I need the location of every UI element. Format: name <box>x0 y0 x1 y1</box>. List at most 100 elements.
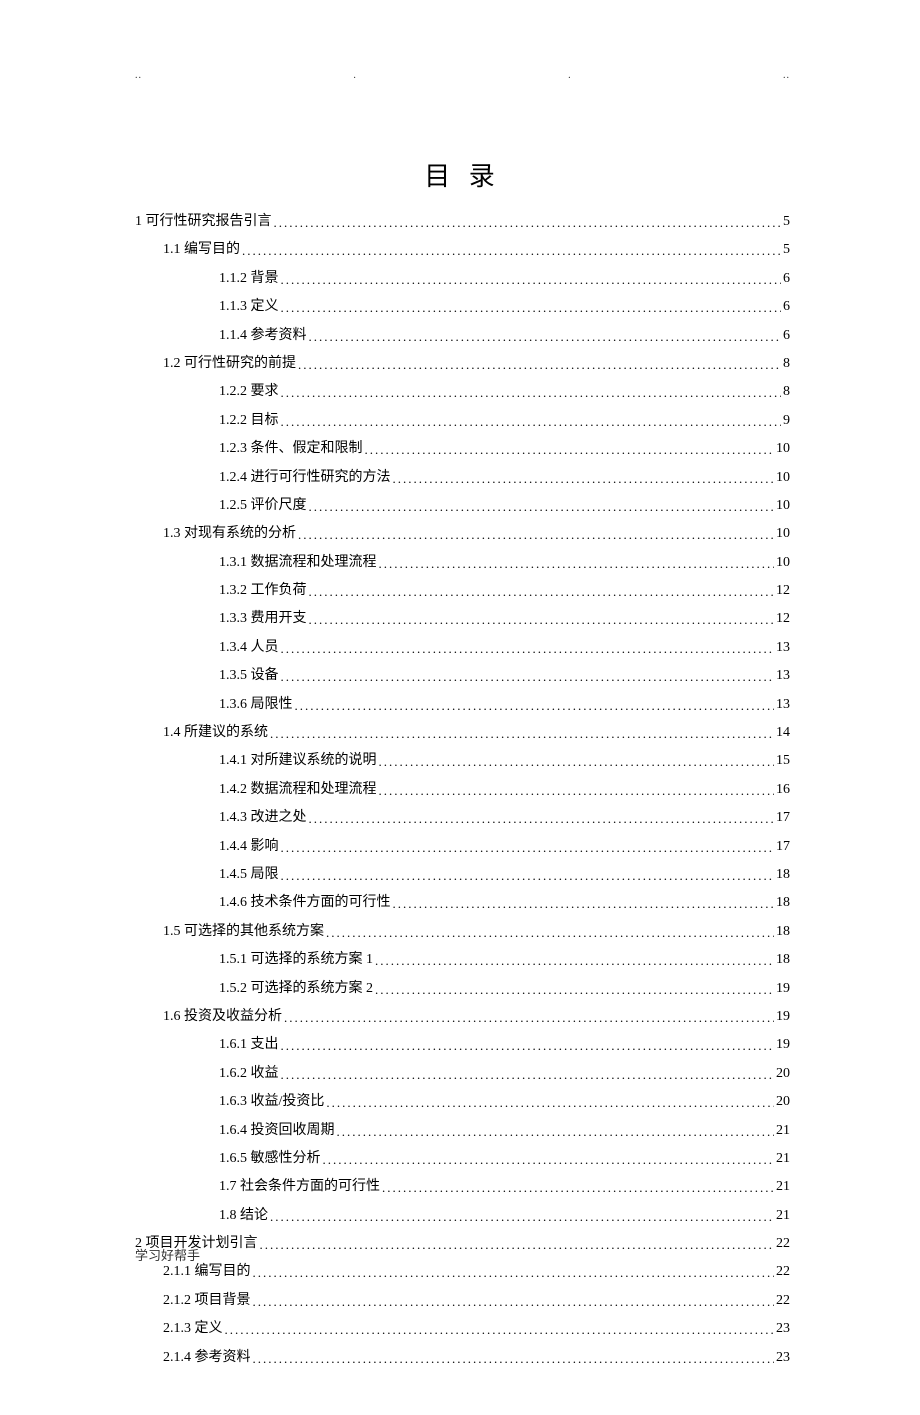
toc-entry-text: 1.3 对现有系统的分析 <box>163 523 296 545</box>
toc-entry-page: 10 <box>776 523 790 545</box>
toc-entry: 1.6.4 投资回收周期21 <box>135 1120 790 1142</box>
toc-leader-dots <box>281 1065 775 1086</box>
toc-leader-dots <box>393 894 775 915</box>
header-markers: .. . . .. <box>135 70 790 81</box>
toc-entry-page: 14 <box>776 722 790 744</box>
toc-entry-text: 2.1.1 编写目的 <box>163 1261 251 1283</box>
toc-entry-text: 1.1.3 定义 <box>219 296 279 318</box>
toc-entry-page: 19 <box>776 1034 790 1056</box>
toc-entry-text: 1.4.3 改进之处 <box>219 807 307 829</box>
toc-entry-text: 1.6.1 支出 <box>219 1034 279 1056</box>
toc-entry-text: 1.6.3 收益/投资比 <box>219 1091 324 1113</box>
toc-entry: 1.3.2 工作负荷12 <box>135 580 790 602</box>
toc-entry: 1.3.4 人员13 <box>135 637 790 659</box>
toc-entry-page: 21 <box>776 1205 790 1227</box>
toc-entry-page: 9 <box>783 410 790 432</box>
toc-entry-text: 1.8 结论 <box>219 1205 268 1227</box>
toc-entry: 1.3.6 局限性 13 <box>135 694 790 716</box>
toc-entry-text: 1 可行性研究报告引言 <box>135 211 272 233</box>
toc-entry-page: 22 <box>776 1290 790 1312</box>
toc-entry-text: 1.2 可行性研究的前提 <box>163 353 296 375</box>
toc-entry-page: 12 <box>776 580 790 602</box>
toc-entry-text: 1.4.6 技术条件方面的可行性 <box>219 892 391 914</box>
toc-leader-dots <box>270 1207 774 1228</box>
toc-leader-dots <box>326 923 774 944</box>
toc-entry-page: 8 <box>783 353 790 375</box>
toc-entry-text: 1.6.5 敏感性分析 <box>219 1148 321 1170</box>
toc-leader-dots <box>382 1178 774 1199</box>
toc-entry: 1.4.6 技术条件方面的可行性 18 <box>135 892 790 914</box>
toc-entry-text: 1.2.3 条件、假定和限制 <box>219 438 363 460</box>
toc-entry-text: 1.4.1 对所建议系统的说明 <box>219 750 377 772</box>
toc-leader-dots <box>309 809 775 830</box>
toc-leader-dots <box>393 469 775 490</box>
toc-leader-dots <box>309 582 775 603</box>
toc-entry-page: 10 <box>776 552 790 574</box>
toc-entry-page: 18 <box>776 949 790 971</box>
toc-entry-text: 1.4.4 影响 <box>219 836 279 858</box>
toc-entry-text: 1.1.2 背景 <box>219 268 279 290</box>
toc-entry-page: 5 <box>783 211 790 233</box>
toc-leader-dots <box>375 980 774 1001</box>
toc-entry-page: 5 <box>783 239 790 261</box>
toc-entry: 1.6 投资及收益分析19 <box>135 1006 790 1028</box>
toc-entry-text: 1.3.4 人员 <box>219 637 279 659</box>
toc-leader-dots <box>375 951 774 972</box>
toc-entry-text: 1.3.6 局限性 <box>219 694 293 716</box>
toc-leader-dots <box>281 1036 775 1057</box>
toc-entry: 1.4.1 对所建议系统的说明15 <box>135 750 790 772</box>
toc-entry-text: 1.7 社会条件方面的可行性 <box>219 1176 380 1198</box>
toc-entry: 1.2.4 进行可行性研究的方法10 <box>135 467 790 489</box>
toc-entry-page: 10 <box>776 467 790 489</box>
toc-entry: 1.2 可行性研究的前提 8 <box>135 353 790 375</box>
toc-entry-page: 20 <box>776 1063 790 1085</box>
toc-entry: 1.1.2 背景 6 <box>135 268 790 290</box>
toc-leader-dots <box>295 696 775 717</box>
toc-entry: 1.2.2 目标9 <box>135 410 790 432</box>
toc-leader-dots <box>365 440 775 461</box>
toc-leader-dots <box>270 724 774 745</box>
toc-entry-text: 2.1.2 项目背景 <box>163 1290 251 1312</box>
toc-entry: 1.2.2 要求8 <box>135 381 790 403</box>
toc-entry-text: 1.3.5 设备 <box>219 665 279 687</box>
toc-leader-dots <box>326 1093 774 1114</box>
table-of-contents: 1 可行性研究报告引言51.1 编写目的51.1.2 背景61.1.3 定义61… <box>135 211 790 1369</box>
toc-leader-dots <box>281 866 775 887</box>
toc-entry: 1.2.3 条件、假定和限制 10 <box>135 438 790 460</box>
toc-entry-page: 19 <box>776 978 790 1000</box>
toc-leader-dots <box>274 213 782 234</box>
toc-entry-text: 1.5 可选择的其他系统方案 <box>163 921 324 943</box>
toc-entry: 1.1.3 定义6 <box>135 296 790 318</box>
marker-midleft: . <box>353 70 357 81</box>
toc-entry-page: 17 <box>776 807 790 829</box>
toc-entry-text: 1.4 所建议的系统 <box>163 722 268 744</box>
toc-entry: 1.4.4 影响17 <box>135 836 790 858</box>
toc-entry-page: 13 <box>776 694 790 716</box>
toc-entry-page: 10 <box>776 495 790 517</box>
toc-entry-page: 6 <box>783 268 790 290</box>
marker-right: .. <box>783 70 790 81</box>
toc-entry: 2.1.4 参考资料23 <box>135 1347 790 1369</box>
toc-entry: 2 项目开发计划引言22 <box>135 1233 790 1255</box>
toc-entry-page: 21 <box>776 1176 790 1198</box>
toc-leader-dots <box>281 383 782 404</box>
toc-entry-page: 22 <box>776 1233 790 1255</box>
toc-entry-text: 1.6 投资及收益分析 <box>163 1006 282 1028</box>
toc-entry: 1.4 所建议的系统 14 <box>135 722 790 744</box>
toc-entry-text: 1.1.4 参考资料 <box>219 325 307 347</box>
toc-entry: 2.1.2 项目背景 22 <box>135 1290 790 1312</box>
toc-entry: 1.6.3 收益/投资比20 <box>135 1091 790 1113</box>
toc-entry-page: 21 <box>776 1120 790 1142</box>
toc-leader-dots <box>379 752 775 773</box>
toc-entry-text: 1.4.2 数据流程和处理流程 <box>219 779 377 801</box>
toc-leader-dots <box>281 639 775 660</box>
toc-entry: 1.6.1 支出 19 <box>135 1034 790 1056</box>
toc-entry: 1.5.2 可选择的系统方案 219 <box>135 978 790 1000</box>
toc-entry-text: 2.1.3 定义 <box>163 1318 223 1340</box>
toc-leader-dots <box>281 838 775 859</box>
document-page: .. . . .. 目 录 1 可行性研究报告引言51.1 编写目的51.1.2… <box>0 0 920 1415</box>
toc-entry: 1.5.1 可选择的系统方案 118 <box>135 949 790 971</box>
toc-entry-page: 18 <box>776 892 790 914</box>
toc-entry-text: 1.2.5 评价尺度 <box>219 495 307 517</box>
toc-entry-page: 10 <box>776 438 790 460</box>
